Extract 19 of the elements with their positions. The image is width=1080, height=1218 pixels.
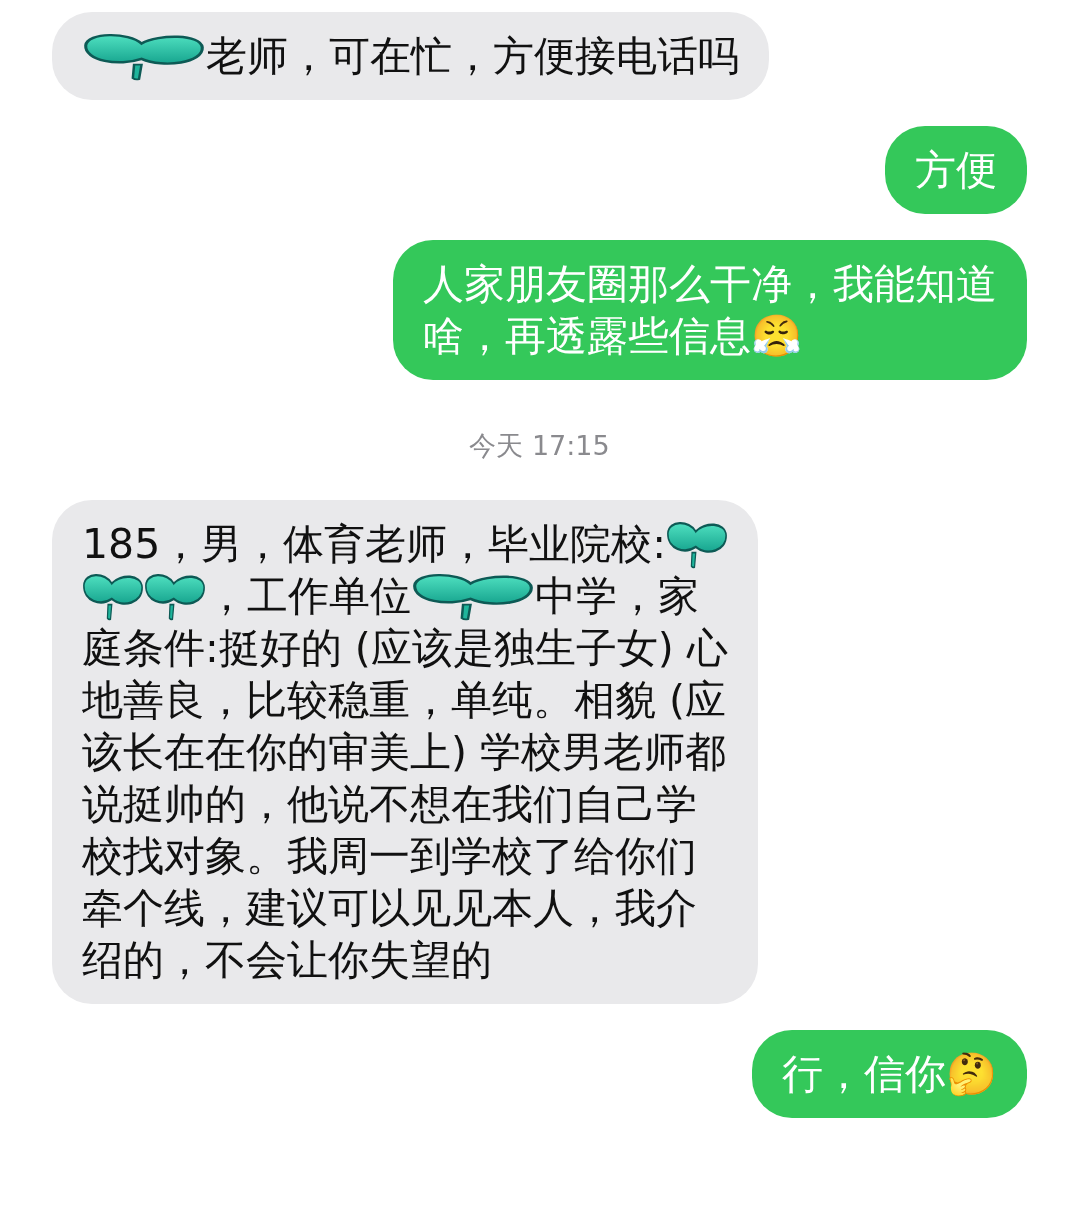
message-text: 方便 [915,145,997,196]
message-text: 说挺帅的，他说不想在我们自己学 [82,779,697,830]
message-text: 校找对象。我周一到学校了给你们 [82,831,697,882]
message-text: 庭条件:挺好的 (应该是独生子女) 心 [82,623,728,674]
message-text: 行，信你🤔 [782,1049,997,1100]
message-text: 老师，可在忙，方便接电话吗 [206,31,739,82]
message-text: 中学，家 [535,571,699,622]
sprout-sticker [82,572,144,620]
message-text: 人家朋友圈那么干净，我能知道 [423,259,997,310]
message-text: ，工作单位 [206,571,411,622]
message-text: 185，男，体育老师，毕业院校: [82,519,667,570]
message-text: 绍的，不会让你失望的 [82,935,492,986]
message-text: 该长在在你的审美上) 学校男老师都 [82,727,727,778]
sprout-sticker [666,520,729,568]
message-text: 地善良，比较稳重，单纯。相貌 (应 [82,675,727,726]
sprout-sticker [144,572,206,620]
message-text: 牵个线，建议可以见见本人，我介 [82,883,697,934]
message-text: 啥，再透露些信息😤 [423,311,802,362]
timestamp: 今天 17:15 [469,429,610,463]
